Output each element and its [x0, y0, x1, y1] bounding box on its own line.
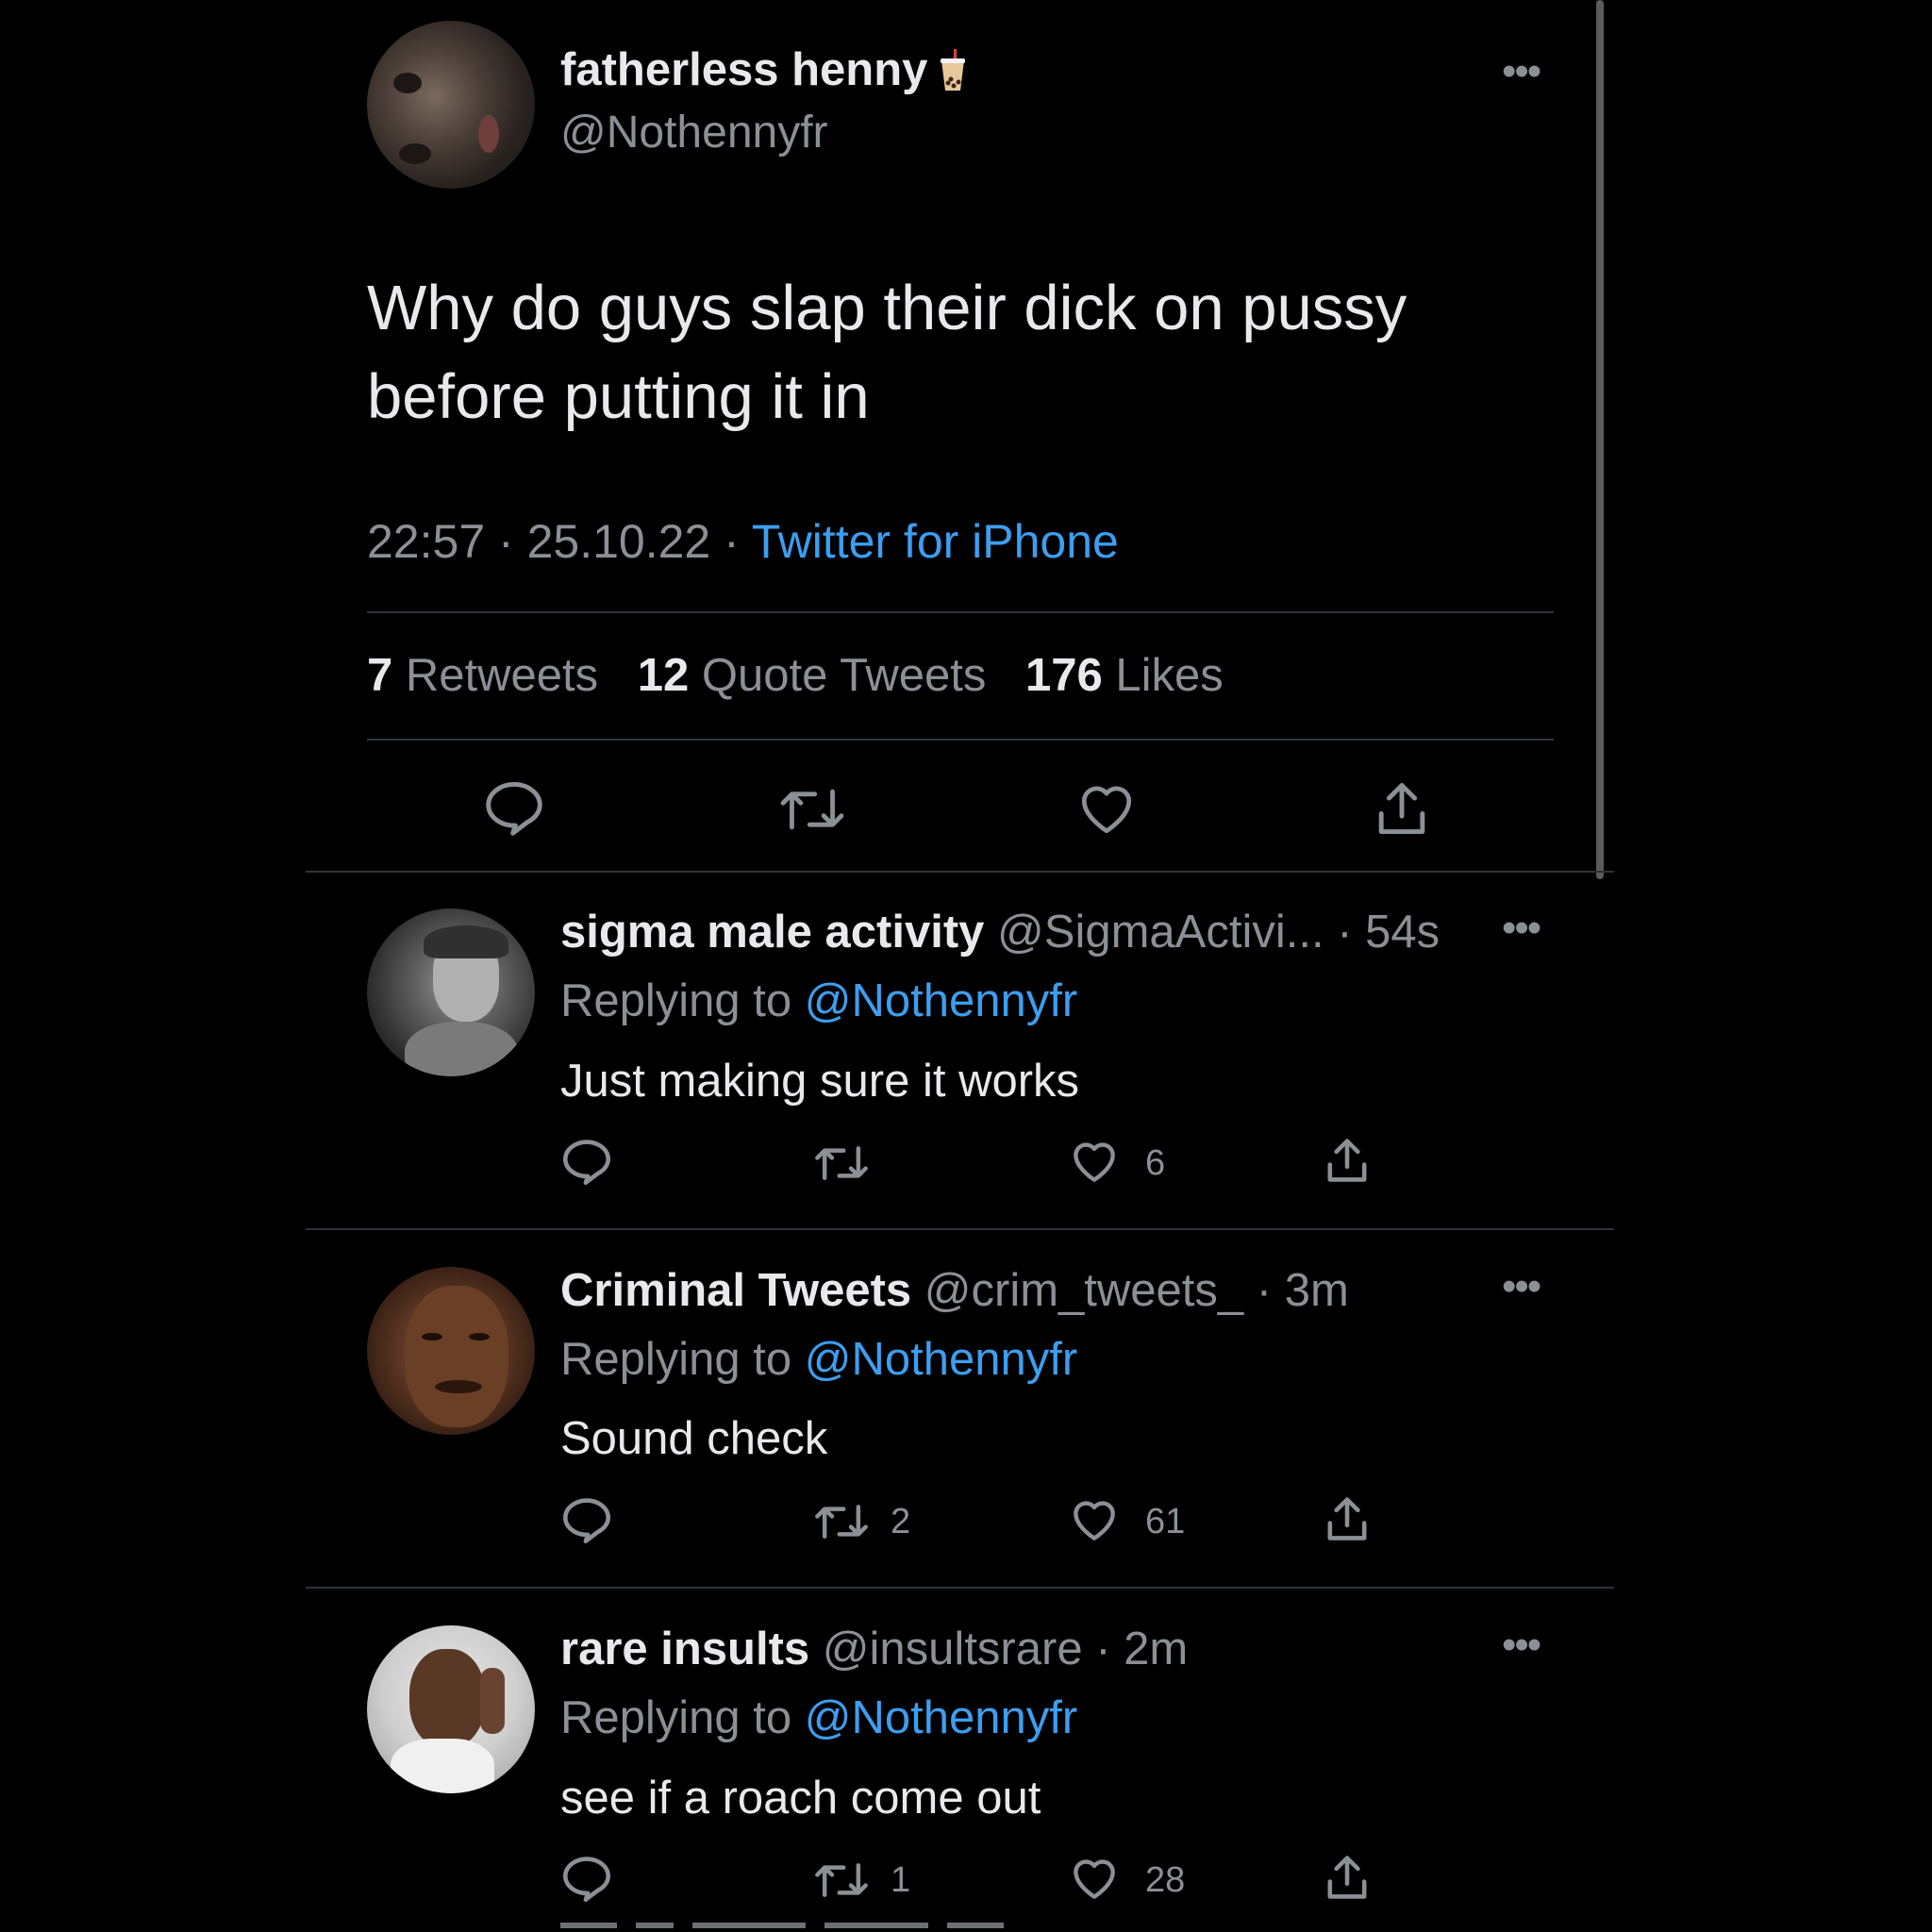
tweet-stats: 7 Retweets 12 Quote Tweets 176 Likes — [367, 649, 1224, 702]
retweet-icon[interactable] — [814, 1858, 869, 1902]
like-count: 61 — [1145, 1502, 1186, 1541]
replying-to: Replying to @Nothennyfr — [560, 1692, 1078, 1743]
like-count: 6 — [1145, 1143, 1166, 1183]
reply-icon[interactable] — [560, 1496, 613, 1543]
scrollbar[interactable] — [1596, 0, 1604, 879]
tweet-date: 25.10.22 — [526, 515, 711, 568]
like-icon[interactable] — [1069, 1856, 1120, 1901]
handle[interactable]: @SigmaActivi... — [997, 907, 1324, 958]
more-options-icon[interactable]: ••• — [1502, 1266, 1541, 1307]
share-icon[interactable] — [1324, 1853, 1371, 1902]
display-name[interactable]: fatherless henny — [560, 43, 966, 96]
mention-link[interactable]: @Nothennyfr — [805, 1692, 1077, 1743]
reply-text: Just making sure it works — [560, 1056, 1080, 1107]
handle[interactable]: @crim_tweets_ — [924, 1265, 1243, 1316]
mention-link[interactable]: @Nothennyfr — [805, 975, 1077, 1026]
avatar[interactable] — [367, 908, 535, 1076]
reply-text: see if a roach come out — [560, 1773, 1041, 1824]
timestamp: 54s — [1365, 907, 1441, 958]
reply-icon[interactable] — [483, 779, 545, 836]
tweet-meta: 22:57 · 25.10.22 · Twitter for iPhone — [367, 515, 1119, 568]
like-icon[interactable] — [1069, 1139, 1120, 1184]
share-icon[interactable] — [1324, 1136, 1371, 1185]
handle[interactable]: @Nothennyfr — [560, 107, 828, 158]
cutoff-text-fragment — [560, 1915, 1070, 1932]
more-options-icon[interactable]: ••• — [1502, 908, 1541, 949]
display-name[interactable]: rare insults — [560, 1624, 809, 1674]
retweet-count: 2 — [891, 1502, 911, 1541]
divider — [306, 1587, 1614, 1589]
timestamp: 3m — [1284, 1265, 1349, 1316]
share-icon[interactable] — [1324, 1494, 1371, 1543]
handle[interactable]: @insultsrare — [823, 1624, 1083, 1674]
reply-icon[interactable] — [560, 1138, 613, 1185]
more-options-icon[interactable]: ••• — [1502, 1624, 1541, 1666]
reply-icon[interactable] — [560, 1855, 613, 1902]
divider — [367, 739, 1554, 741]
tweet-time: 22:57 — [367, 515, 486, 568]
more-options-icon[interactable]: ••• — [1502, 51, 1541, 92]
tweet-text: Why do guys slap their dick on pussy bef… — [367, 273, 1407, 432]
display-name[interactable]: Criminal Tweets — [560, 1265, 911, 1316]
avatar[interactable] — [367, 1267, 535, 1435]
bubble-tea-emoji-icon — [939, 49, 966, 91]
reply-header: sigma male activity @SigmaActivi... · 54… — [560, 907, 1441, 958]
like-count: 28 — [1145, 1860, 1186, 1900]
timestamp: 2m — [1124, 1624, 1189, 1674]
replying-to: Replying to @Nothennyfr — [560, 975, 1078, 1026]
like-icon[interactable] — [1069, 1497, 1120, 1542]
retweet-icon[interactable] — [814, 1500, 869, 1543]
likes-stat[interactable]: 176 Likes — [1025, 650, 1224, 701]
divider — [367, 611, 1554, 613]
divider — [306, 871, 1614, 873]
reply-text: Sound check — [560, 1413, 828, 1464]
mention-link[interactable]: @Nothennyfr — [805, 1334, 1077, 1385]
reply-header: rare insults @insultsrare · 2m — [560, 1624, 1189, 1674]
quote-tweets-stat[interactable]: 12 Quote Tweets — [638, 650, 987, 701]
display-name[interactable]: sigma male activity — [560, 907, 984, 958]
reply-header: Criminal Tweets @crim_tweets_ · 3m — [560, 1265, 1349, 1316]
replying-to: Replying to @Nothennyfr — [560, 1334, 1078, 1385]
avatar[interactable] — [367, 21, 535, 189]
retweet-count: 1 — [891, 1860, 911, 1900]
retweet-icon[interactable] — [814, 1141, 869, 1185]
avatar[interactable] — [367, 1625, 535, 1793]
retweets-stat[interactable]: 7 Retweets — [367, 650, 598, 701]
divider — [306, 1228, 1614, 1230]
tweet-source-link[interactable]: Twitter for iPhone — [752, 515, 1119, 568]
share-icon[interactable] — [1374, 779, 1430, 838]
like-icon[interactable] — [1076, 781, 1137, 836]
retweet-icon[interactable] — [779, 783, 845, 836]
